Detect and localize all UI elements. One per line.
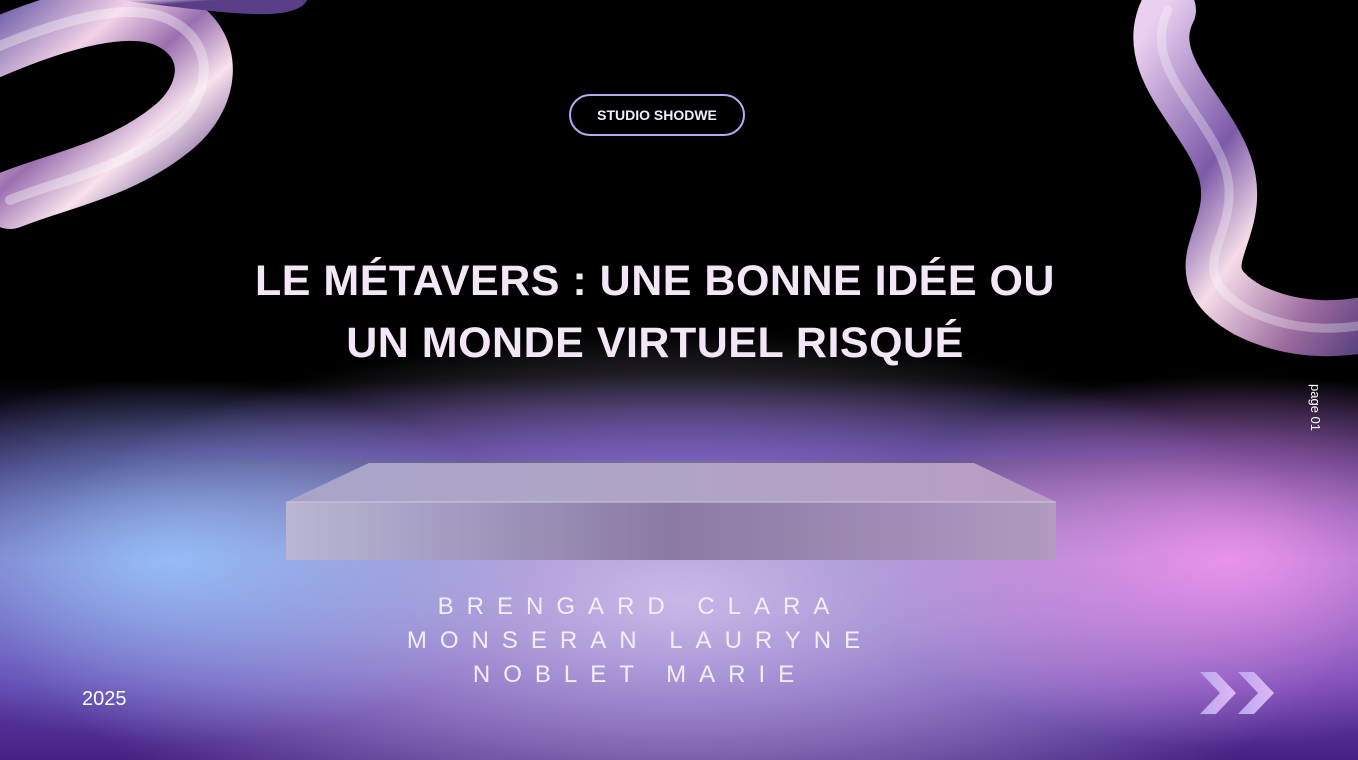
slide-title: LE MÉTAVERS : UNE BONNE IDÉE OU UN MONDE… [180, 250, 1130, 374]
author-name: BRENGARD CLARA [437, 593, 843, 620]
double-chevron-right-icon[interactable] [1198, 670, 1280, 716]
studio-badge: STUDIO SHODWE [569, 94, 745, 136]
author-list: BRENGARD CLARA MONSERAN LAURYNE NOBLET M… [300, 590, 980, 692]
title-line-2: UN MONDE VIRTUEL RISQUÉ [346, 319, 964, 367]
title-line-1: LE MÉTAVERS : UNE BONNE IDÉE OU [255, 257, 1055, 305]
title-slide: STUDIO SHODWE LE MÉTAVERS : UNE BONNE ID… [0, 0, 1358, 760]
chrome-wave-left-icon [0, 0, 308, 229]
author-name: MONSERAN LAURYNE [406, 627, 874, 654]
page-number: page 01 [1308, 384, 1323, 431]
chrome-wave-right-icon [1133, 0, 1358, 357]
pedestal [286, 463, 1056, 560]
year-label: 2025 [82, 688, 127, 710]
author-name: NOBLET MARIE [472, 661, 808, 688]
